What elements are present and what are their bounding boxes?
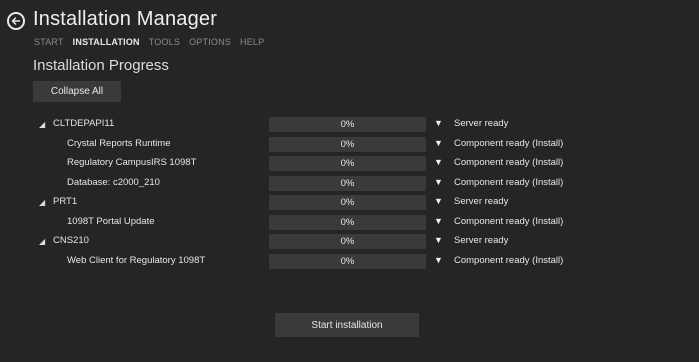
- server-row: ◢ PRT1 0% ▼ Server ready: [0, 193, 699, 213]
- status-text: Server ready: [454, 235, 509, 246]
- progress-bar: 0%: [269, 136, 426, 152]
- status-text: Component ready (Install): [454, 137, 564, 149]
- progress-bar: 0%: [269, 175, 426, 191]
- progress-text: 0%: [340, 138, 355, 150]
- progress-bar: 0%: [269, 253, 426, 269]
- tree-node-icon[interactable]: ◢: [39, 198, 45, 207]
- progress-text: 0%: [340, 216, 355, 228]
- progress-bar: 0%: [269, 214, 426, 230]
- tab-start[interactable]: START: [34, 37, 64, 47]
- progress-bar: 0%: [269, 117, 426, 132]
- triangle-down-icon[interactable]: ▼: [434, 177, 443, 187]
- status-text: Component ready (Install): [454, 176, 564, 188]
- row-name: 1098T Portal Update: [67, 215, 155, 227]
- status-text: Server ready: [454, 118, 509, 129]
- progress-bar: 0%: [269, 234, 426, 249]
- progress-text: 0%: [340, 236, 355, 247]
- back-arrow-icon: [11, 17, 21, 25]
- tab-help[interactable]: HELP: [240, 37, 264, 47]
- tab-installation[interactable]: INSTALLATION: [73, 37, 140, 47]
- app-title: Installation Manager: [33, 8, 218, 30]
- component-row: Crystal Reports Runtime 0% ▼ Component read…: [0, 135, 699, 155]
- row-name: Regulatory CampusIRS 1098T: [67, 157, 197, 168]
- server-row: ◢ CNS210 0% ▼ Server ready: [0, 232, 699, 252]
- tree-node-icon[interactable]: ◢: [39, 120, 45, 129]
- component-row: Regulatory CampusIRS 1098T 0% ▼ Component r…: [0, 154, 699, 174]
- triangle-down-icon[interactable]: ▼: [434, 216, 443, 226]
- status-text: Component ready (Install): [454, 254, 564, 266]
- status-text: Server ready: [454, 196, 509, 207]
- component-row: 1098T Portal Update 0% ▼ Component ready (I…: [0, 213, 699, 233]
- status-text: Component ready (Install): [454, 157, 564, 168]
- tree-node-icon[interactable]: ◢: [39, 237, 45, 246]
- component-row: Web Client for Regulatory 1098T 0% ▼ Compon…: [0, 252, 699, 272]
- component-row: Database: c2000_210 0% ▼ Component ready (I…: [0, 174, 699, 194]
- row-name: Database: c2000_210: [67, 176, 160, 188]
- triangle-down-icon[interactable]: ▼: [434, 196, 443, 206]
- triangle-down-icon[interactable]: ▼: [434, 255, 443, 265]
- row-name: Crystal Reports Runtime: [67, 137, 171, 149]
- page-title: Installation Progress: [33, 57, 169, 74]
- row-name: CNS210: [53, 235, 89, 246]
- server-row: ◢ CLTDEPAPI11 0% ▼ Server ready: [0, 115, 699, 135]
- triangle-down-icon[interactable]: ▼: [434, 138, 443, 148]
- start-installation-button[interactable]: Start installation: [275, 313, 419, 337]
- main-nav: START INSTALLATION TOOLS OPTIONS HELP: [34, 37, 264, 47]
- triangle-down-icon[interactable]: ▼: [434, 118, 443, 128]
- progress-bar: 0%: [269, 195, 426, 210]
- row-name: Web Client for Regulatory 1098T: [67, 254, 206, 266]
- progress-text: 0%: [340, 177, 355, 189]
- collapse-all-button[interactable]: Collapse All: [33, 81, 121, 102]
- tab-options[interactable]: OPTIONS: [189, 37, 231, 47]
- progress-text: 0%: [340, 197, 355, 208]
- back-button[interactable]: [7, 12, 25, 30]
- status-text: Component ready (Install): [454, 215, 564, 227]
- progress-text: 0%: [340, 255, 355, 267]
- progress-text: 0%: [340, 158, 355, 169]
- row-name: CLTDEPAPI11: [53, 118, 115, 129]
- tab-tools[interactable]: TOOLS: [149, 37, 180, 47]
- triangle-down-icon[interactable]: ▼: [434, 235, 443, 245]
- progress-bar: 0%: [269, 156, 426, 171]
- installation-list: ◢ CLTDEPAPI11 0% ▼ Server ready Crystal Repor…: [0, 115, 699, 271]
- triangle-down-icon[interactable]: ▼: [434, 157, 443, 167]
- row-name: PRT1: [53, 196, 78, 207]
- progress-text: 0%: [340, 119, 355, 130]
